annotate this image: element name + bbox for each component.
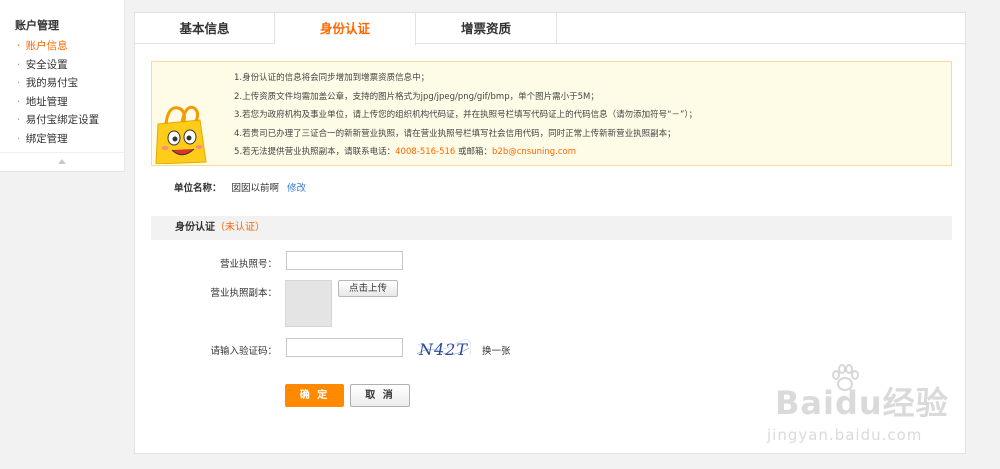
contact-phone: 4008-516-516 [395,147,456,157]
tab-identity-verification[interactable]: 身份认证 [275,13,416,45]
sidebar-item-label: 安全设置 [25,58,68,71]
tab-basic-info[interactable]: 基本信息 [135,13,275,44]
collapse-arrow-icon[interactable] [58,159,66,164]
license-number-input[interactable] [286,251,403,270]
section-title: 身份认证 [175,222,215,233]
notice-item: 3.若您为政府机构及事业单位，请上传您的组织机构代码证，并在执照号栏填写代码证上… [234,110,698,120]
sidebar-divider [0,152,125,153]
sidebar-item-label: 账户信息 [25,40,68,52]
contact-email[interactable]: b2b@cnsuning.com [492,147,576,157]
sidebar-item-label: 地址管理 [25,95,68,108]
watermark-url: jingyan.baidu.com [767,426,923,444]
tab-vat-invoice-qualification[interactable]: 增票资质 [416,13,557,44]
verification-status-badge: （未认证） [215,222,265,233]
notice-item: 5.若无法提供营业执照副本，请联系电话：4008-516-516 或邮箱：b2b… [234,143,697,162]
sidebar-item-label: 易付宝绑定设置 [25,114,100,126]
sidebar-item-address-management[interactable]: · 地址管理 [17,93,99,112]
baidu-jingyan-watermark: Baidu经验 jingyan.baidu.com [762,362,998,466]
unit-name-row: 单位名称： 囡囡以前啊 修改 [174,180,306,194]
sidebar-item-label: 我的易付宝 [25,77,79,89]
shopping-bag-mascot-icon [155,105,207,164]
notice-item: 1.身份认证的信息将会同步增加到增票资质信息中； [234,73,430,83]
notice-list: 1.身份认证的信息将会同步增加到增票资质信息中； 2.上传资质文件均需加盖公章，… [234,69,697,162]
sidebar-item-yifubao-binding[interactable]: · 易付宝绑定设置 [17,111,99,130]
captcha-refresh-link[interactable]: 换一张 [482,343,511,357]
section-header: 身份认证（未认证） [151,216,952,240]
sidebar-title: 账户管理 [15,19,59,32]
captcha-input[interactable] [286,338,403,357]
sidebar-item-my-yifubao[interactable]: · 我的易付宝 [17,74,99,93]
notice-item: 2.上传资质文件均需加盖公章，支持的图片格式为jpg/jpeg/png/gif/… [234,91,599,102]
sidebar-item-binding-management[interactable]: · 绑定管理 [17,130,99,149]
notice-item: 4.若贵司已办理了三证合一的新新营业执照，请在营业执照号栏填写社会信用代码，同时… [234,128,676,139]
sidebar-item-security-settings[interactable]: · 安全设置 [17,56,99,75]
license-copy-preview [285,280,332,327]
sidebar-item-account-info[interactable]: · 账户信息 [17,37,99,56]
notice-contact-prefix: 5.若无法提供营业执照副本，请联系电话： [234,147,396,157]
captcha-text: N42T [418,340,468,359]
watermark-brand: Baidu经验 [775,384,949,422]
notice-box: 1.身份认证的信息将会同步增加到增票资质信息中； 2.上传资质文件均需加盖公章，… [151,61,952,166]
captcha-label: 请输入验证码： [210,346,277,357]
tab-bar: 基本信息 身份认证 增票资质 [135,13,965,45]
edit-unit-name-link[interactable]: 修改 [287,183,306,194]
unit-name-value: 囡囡以前啊 [231,183,280,194]
confirm-button[interactable]: 确 定 [285,384,344,407]
upload-button[interactable]: 点击上传 [338,280,398,297]
unit-name-label: 单位名称： [174,183,222,194]
sidebar: 账户管理 · 账户信息 · 安全设置 · 我的易付宝 · 地址管理 · 易付宝绑… [0,0,125,172]
sidebar-menu: · 账户信息 · 安全设置 · 我的易付宝 · 地址管理 · 易付宝绑定设置 ·… [17,37,99,148]
cancel-button[interactable]: 取 消 [350,384,410,407]
license-number-label: 营业执照号： [219,259,277,270]
captcha-image[interactable]: N42T [415,338,471,360]
sidebar-item-label: 绑定管理 [25,132,68,145]
notice-contact-mid: 或邮箱： [455,147,493,157]
license-copy-label: 营业执照副本： [210,288,277,299]
